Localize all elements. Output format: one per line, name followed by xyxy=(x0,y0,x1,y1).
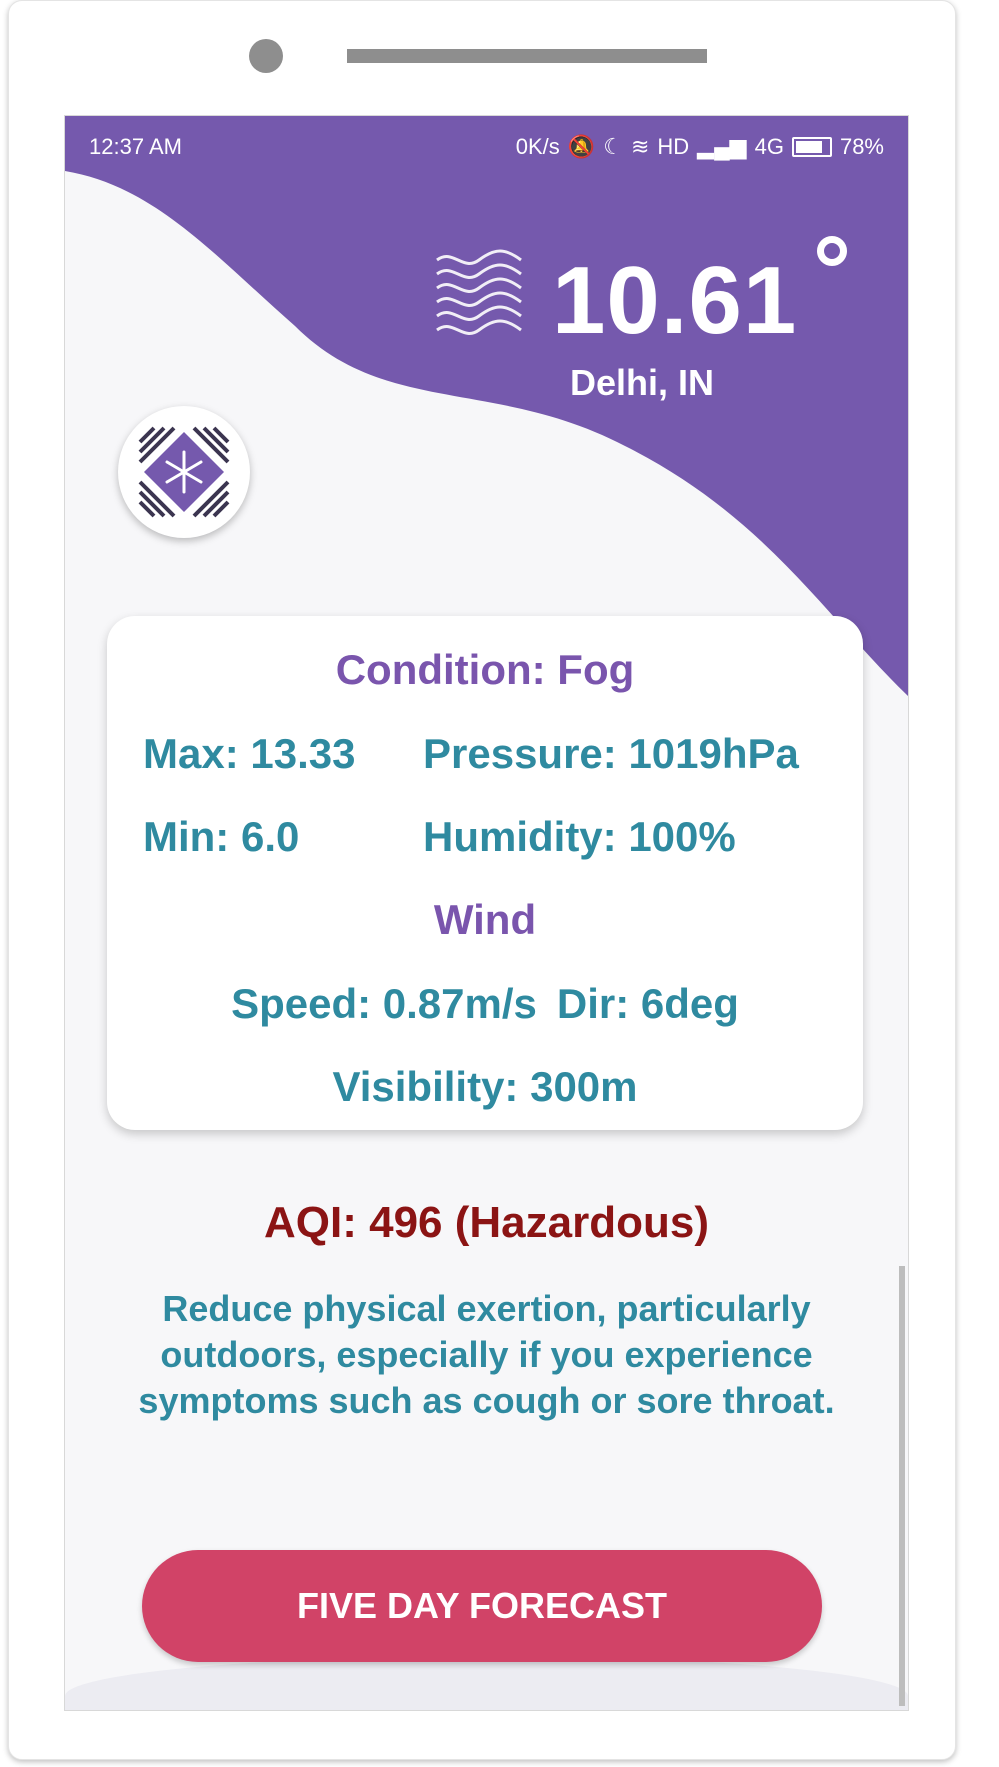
network-type: 4G xyxy=(754,134,784,159)
humidity-value: Humidity: 100% xyxy=(423,813,736,860)
status-time: 12:37 AM xyxy=(89,134,182,159)
temperature-value: 10.61 xyxy=(552,247,798,354)
wind-speed: Speed: 0.87m/s xyxy=(231,980,537,1027)
fog-icon xyxy=(436,249,522,335)
hd-label: HD xyxy=(657,134,690,159)
phone-frame: 12:37 AM 0K/s 🔕 ☾ ≋ HD ▂▄▆ 4G 78% 10.61 … xyxy=(8,0,956,1760)
degree-symbol xyxy=(817,236,847,266)
condition-label: Condition: Fog xyxy=(335,646,635,693)
signal-icon: ▂▄▆ xyxy=(697,134,747,159)
status-bar: 12:37 AM 0K/s 🔕 ☾ ≋ HD ▂▄▆ 4G 78% xyxy=(65,116,908,176)
moon-icon: ☾ xyxy=(603,134,623,159)
front-camera xyxy=(249,39,283,73)
weather-details-card: Condition: Fog Max: 13.33 Pressure: 1019… xyxy=(107,616,863,1130)
app-screen: 12:37 AM 0K/s 🔕 ☾ ≋ HD ▂▄▆ 4G 78% 10.61 … xyxy=(64,115,909,1711)
status-indicators: 0K/s 🔕 ☾ ≋ HD ▂▄▆ 4G 78% xyxy=(516,134,884,160)
battery-level: 78% xyxy=(839,134,884,159)
pressure-value: Pressure: 1019hPa xyxy=(423,730,799,777)
battery-icon xyxy=(791,137,832,157)
aqi-advice: Reduce physical exertion, particularly o… xyxy=(138,1288,835,1421)
aqi-label: AQI: 496 (Hazardous) xyxy=(264,1198,709,1247)
five-day-forecast-button[interactable]: FIVE DAY FORECAST xyxy=(142,1550,822,1662)
network-speed: 0K/s xyxy=(515,134,560,159)
app-logo[interactable] xyxy=(118,406,250,538)
location-label: Delhi, IN xyxy=(570,362,715,403)
snowflake-icon xyxy=(138,426,230,518)
scrollbar[interactable] xyxy=(899,1266,905,1706)
earpiece-speaker xyxy=(347,49,707,63)
wind-heading: Wind xyxy=(433,896,537,943)
wind-details: Speed: 0.87m/s Dir: 6deg xyxy=(107,980,863,1028)
visibility-value: Visibility: 300m xyxy=(332,1063,638,1110)
mute-icon: 🔕 xyxy=(567,134,596,159)
bottom-shade xyxy=(65,1656,908,1710)
wifi-icon: ≋ xyxy=(630,134,650,159)
min-temperature: Min: 6.0 xyxy=(143,813,300,860)
max-temperature: Max: 13.33 xyxy=(143,730,356,777)
wind-direction: Dir: 6deg xyxy=(556,980,739,1027)
